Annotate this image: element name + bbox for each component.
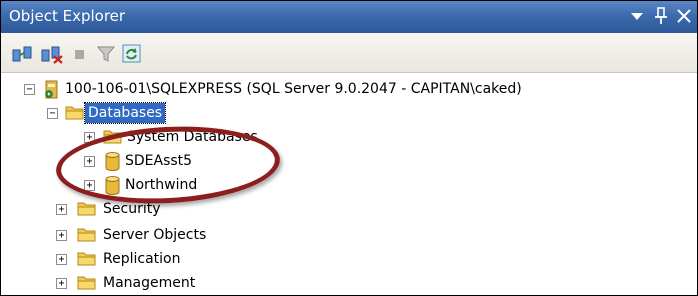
database-icon — [105, 152, 120, 175]
replication-label: Replication — [103, 251, 181, 267]
object-tree: − 100-106-01\SQLEXPRESS (SQL Server 9.0.… — [1, 73, 697, 295]
expand-toggle[interactable]: + — [56, 278, 67, 289]
northwind-label: Northwind — [125, 177, 198, 193]
tree-node-sdeasst5[interactable]: + SDEAsst5 — [1, 151, 697, 173]
tree-node-system-databases[interactable]: + System Databases — [1, 127, 697, 149]
databases-label: Databases — [83, 102, 167, 124]
management-label: Management — [103, 275, 196, 291]
expand-toggle[interactable]: + — [84, 180, 95, 191]
folder-icon — [77, 226, 96, 247]
database-icon — [105, 176, 120, 199]
tree-node-server[interactable]: − 100-106-01\SQLEXPRESS (SQL Server 9.0.… — [1, 79, 697, 101]
folder-icon — [103, 128, 122, 149]
disconnect-icon[interactable] — [41, 44, 63, 64]
close-icon[interactable] — [674, 5, 694, 27]
filter-icon[interactable] — [95, 44, 117, 64]
expand-toggle[interactable]: + — [84, 132, 95, 143]
refresh-icon[interactable] — [121, 44, 143, 64]
folder-icon — [65, 104, 84, 125]
expand-toggle[interactable]: + — [56, 204, 67, 215]
tree-node-databases[interactable]: − Databases — [1, 102, 697, 125]
object-explorer-panel: Object Explorer − 100-106-01\SQLEXPRESS … — [0, 0, 698, 296]
tree-node-replication[interactable]: + Replication — [1, 249, 697, 271]
tree-node-server-objects[interactable]: + Server Objects — [1, 225, 697, 247]
folder-icon — [77, 250, 96, 271]
server-icon — [44, 80, 60, 103]
system-databases-label: System Databases — [127, 129, 258, 145]
connect-icon[interactable] — [12, 44, 34, 64]
pin-icon[interactable] — [651, 5, 671, 27]
panel-title: Object Explorer — [9, 7, 126, 25]
collapse-toggle[interactable]: − — [47, 108, 58, 119]
chevron-down-icon[interactable] — [627, 5, 647, 27]
tree-node-northwind[interactable]: + Northwind — [1, 175, 697, 197]
expand-toggle[interactable]: + — [56, 230, 67, 241]
stop-icon[interactable] — [69, 44, 91, 64]
tree-node-management[interactable]: + Management — [1, 273, 697, 295]
tree-node-security[interactable]: + Security — [1, 199, 697, 221]
server-objects-label: Server Objects — [103, 227, 207, 243]
sdeasst5-label: SDEAsst5 — [125, 153, 193, 169]
expand-toggle[interactable]: + — [84, 156, 95, 167]
toolbar — [1, 33, 697, 73]
expand-toggle[interactable]: + — [56, 254, 67, 265]
collapse-toggle[interactable]: − — [24, 84, 35, 95]
security-label: Security — [103, 201, 161, 217]
server-label: 100-106-01\SQLEXPRESS (SQL Server 9.0.20… — [65, 81, 522, 97]
title-bar: Object Explorer — [1, 1, 697, 33]
folder-icon — [77, 274, 96, 295]
folder-icon — [77, 200, 96, 221]
